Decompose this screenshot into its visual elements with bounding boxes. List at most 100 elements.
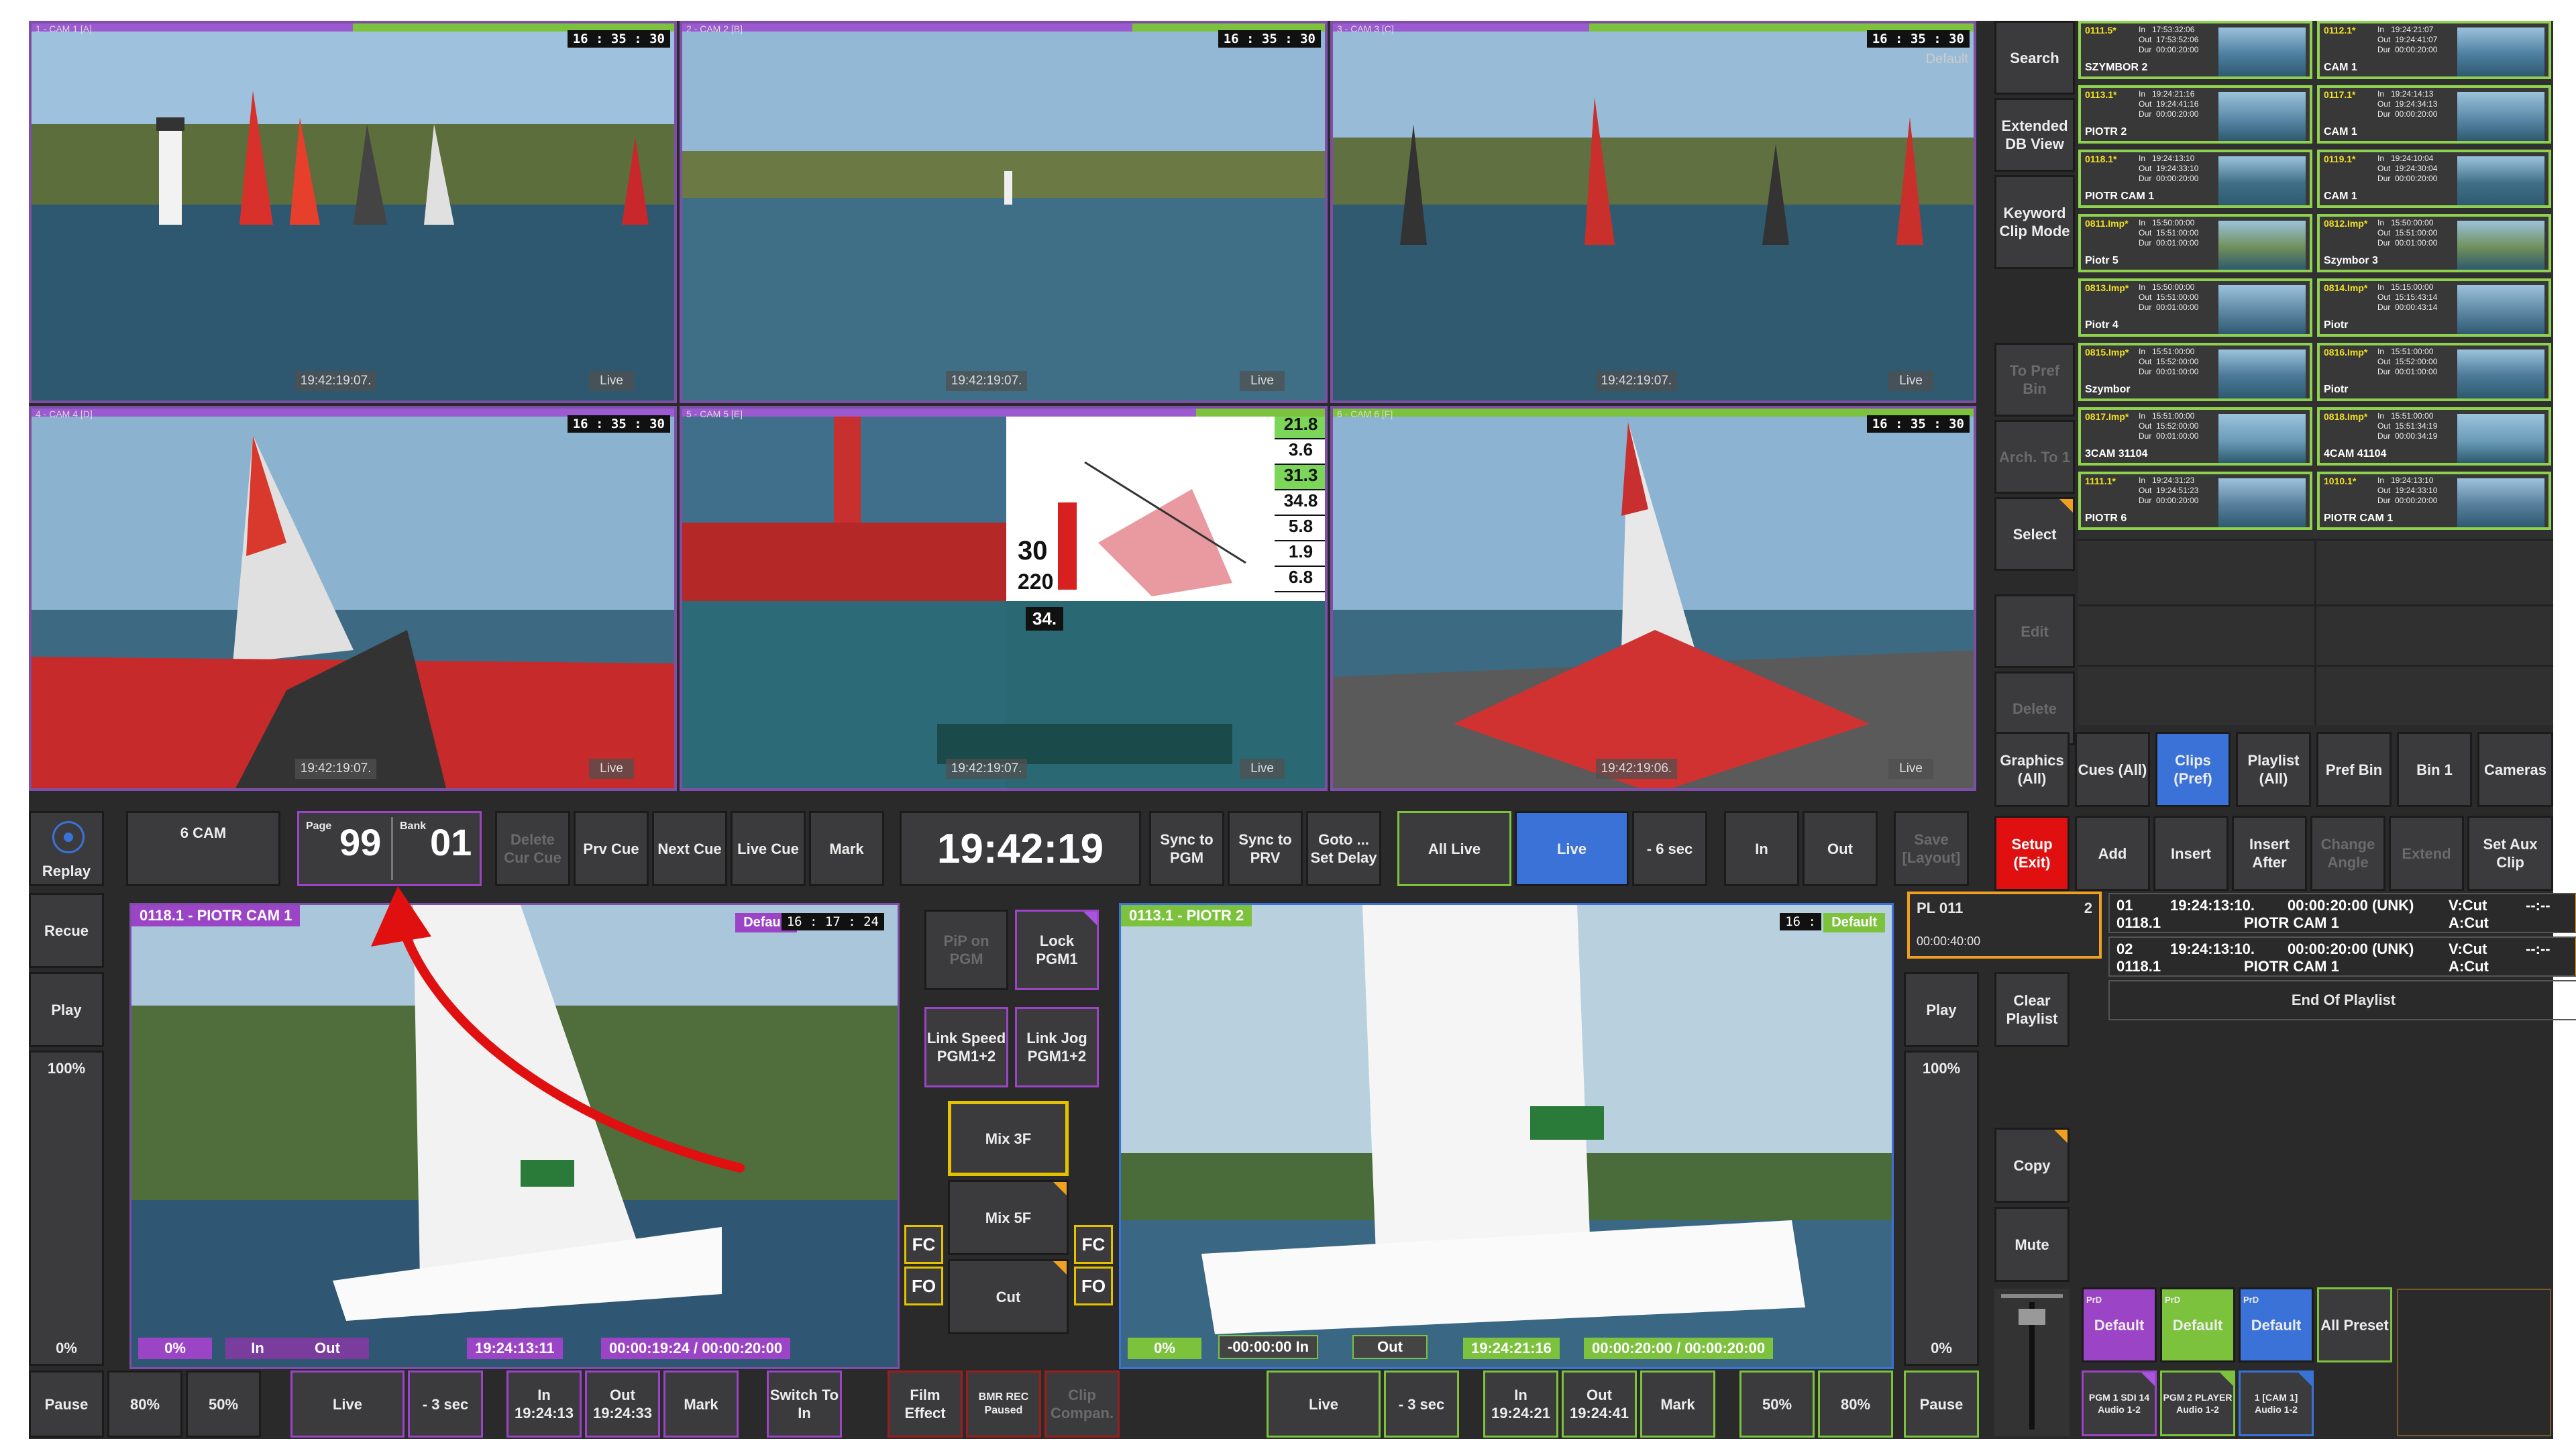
tab-clips[interactable]: Clips (Pref) [2155, 732, 2231, 807]
pgm1-out[interactable]: Out [286, 1338, 369, 1359]
camera-view-3[interactable]: 3 - CAM 3 [C] 16 : 35 : 30 Default 19:42… [1330, 21, 1976, 403]
set-aux-clip-button[interactable]: Set Aux Clip [2467, 816, 2553, 891]
mix-5f-button[interactable]: Mix 5F [948, 1180, 1069, 1255]
clip-card[interactable]: 0113.1* In 19:24:21:16 Out 19:24:41:16 Du… [2078, 85, 2312, 144]
clip-card[interactable]: 0818.Imp* In 15:51:00:00 Out 15:51:34:19 … [2317, 407, 2551, 466]
minus-3-sec-button-1[interactable]: - 3 sec [408, 1371, 483, 1438]
preset-default-2[interactable]: PrD Default [2160, 1287, 2235, 1362]
fo-button-left[interactable]: FO [904, 1267, 943, 1305]
tab-cues[interactable]: Cues (All) [2075, 732, 2150, 807]
fc-button-right[interactable]: FC [1074, 1225, 1113, 1264]
playlist-row[interactable]: 01 0118.1 19:24:13:10. 00:00:20:00 (UNK)… [2108, 893, 2576, 933]
out-point-button-2[interactable]: Out 19:24:41 [1562, 1371, 1637, 1438]
clip-compan-button[interactable]: Clip Compan. [1044, 1371, 1120, 1438]
minus-3-sec-button-2[interactable]: - 3 sec [1384, 1371, 1459, 1438]
play-button-1[interactable]: Play [29, 972, 104, 1047]
fc-button-left[interactable]: FC [904, 1225, 943, 1264]
link-speed-button[interactable]: Link Speed PGM1+2 [924, 1007, 1008, 1087]
clip-card[interactable]: 0119.1* In 19:24:10:04 Out 19:24:30:04 Du… [2317, 150, 2551, 208]
film-effect-button[interactable]: Film Effect [888, 1371, 963, 1438]
camera-view-4[interactable]: 4 - CAM 4 [D] 16 : 35 : 30 19:42:19:07. … [29, 406, 677, 791]
tab-graphics[interactable]: Graphics (All) [1994, 732, 2070, 807]
tab-bin-1[interactable]: Bin 1 [2397, 732, 2472, 807]
clip-card[interactable]: 0111.5* In 17:53:32:06 Out 17:53:52:06 Du… [2078, 21, 2312, 79]
pause-button-1[interactable]: Pause [29, 1371, 104, 1438]
clip-card[interactable]: 1010.1* In 19:24:13:10 Out 19:24:33:10 Du… [2317, 472, 2551, 530]
out-point-button-1[interactable]: Out 19:24:33 [585, 1371, 660, 1438]
setup-exit-button[interactable]: Setup (Exit) [1994, 816, 2070, 891]
link-jog-button[interactable]: Link Jog PGM1+2 [1015, 1007, 1099, 1087]
output-cam1[interactable]: 1 [CAM 1] Audio 1-2 [2239, 1371, 2314, 1436]
speed-50-button-1[interactable]: 50% [186, 1371, 261, 1438]
pgm1-in[interactable]: In [225, 1338, 290, 1359]
out-button[interactable]: Out [1803, 811, 1878, 886]
edit-button[interactable]: Edit [1994, 594, 2075, 668]
all-preset-button[interactable]: All Preset [2317, 1287, 2392, 1362]
replay-button[interactable]: Replay [29, 811, 104, 886]
fo-button-right[interactable]: FO [1074, 1267, 1113, 1305]
insert-button[interactable]: Insert [2153, 816, 2229, 891]
pgm2-out[interactable]: Out [1352, 1335, 1428, 1359]
mark-button-2[interactable]: Mark [1640, 1371, 1715, 1438]
camera-view-6[interactable]: 6 - CAM 6 [F] 16 : 35 : 30 19:42:19:06. … [1330, 406, 1976, 791]
select-button[interactable]: Select [1994, 497, 2075, 571]
clip-card[interactable]: 0811.Imp* In 15:50:00:00 Out 15:51:00:00 … [2078, 214, 2312, 272]
clip-card[interactable]: 0117.1* In 19:24:14:13 Out 19:24:34:13 Du… [2317, 85, 2551, 144]
pip-on-pgm-button[interactable]: PiP on PGM [924, 910, 1008, 990]
clip-card[interactable]: 0814.Imp* In 15:15:00:00 Out 15:15:43:14 … [2317, 278, 2551, 337]
preset-default-1[interactable]: PrD Default [2082, 1287, 2157, 1362]
live-button-pgm1[interactable]: Live [290, 1371, 405, 1438]
cut-button[interactable]: Cut [948, 1259, 1069, 1334]
camera-view-2[interactable]: 2 - CAM 2 [B] 16 : 35 : 30 19:42:19:07. … [680, 21, 1328, 403]
mix-3f-button[interactable]: Mix 3F [948, 1101, 1069, 1176]
in-button[interactable]: In [1724, 811, 1799, 886]
insert-after-button[interactable]: Insert After [2232, 816, 2307, 891]
clip-card[interactable]: 1111.1* In 19:24:31:23 Out 19:24:51:23 Du… [2078, 472, 2312, 530]
pause-button-2[interactable]: Pause [1904, 1371, 1979, 1438]
sync-to-prv-button[interactable]: Sync to PRV [1228, 811, 1303, 886]
live-button[interactable]: Live [1515, 811, 1629, 886]
bmr-rec-button[interactable]: BMR REC Paused [966, 1371, 1041, 1438]
live-button-pgm2[interactable]: Live [1267, 1371, 1381, 1438]
clip-card[interactable]: 0816.Imp* In 15:51:00:00 Out 15:52:00:00 … [2317, 343, 2551, 401]
extended-db-view-button[interactable]: Extended DB View [1994, 98, 2075, 172]
switch-to-in-button[interactable]: Switch To In [767, 1371, 842, 1438]
mute-button[interactable]: Mute [1994, 1207, 2070, 1282]
layout-6cam-button[interactable]: 6 CAM [126, 811, 280, 886]
pgm2-player[interactable]: 0113.1 - PIOTR 2 16 : Default 0% -00:00:… [1119, 903, 1894, 1369]
to-pref-bin-button[interactable]: To Pref Bin [1994, 343, 2075, 417]
preset-default-3[interactable]: PrD Default [2239, 1287, 2314, 1362]
clip-card[interactable]: 0815.Imp* In 15:51:00:00 Out 15:52:00:00 … [2078, 343, 2312, 401]
clip-card[interactable]: 0817.Imp* In 15:51:00:00 Out 15:52:00:00 … [2078, 407, 2312, 466]
tab-playlist[interactable]: Playlist (All) [2236, 732, 2311, 807]
recue-button[interactable]: Recue [29, 893, 104, 968]
lock-pgm1-button[interactable]: Lock PGM1 [1015, 910, 1099, 990]
clear-playlist-button[interactable]: Clear Playlist [1994, 972, 2070, 1047]
in-point-button-2[interactable]: In 19:24:21 [1483, 1371, 1558, 1438]
goto-set-delay-button[interactable]: Goto ... Set Delay [1306, 811, 1381, 886]
tab-pref-bin[interactable]: Pref Bin [2316, 732, 2392, 807]
clip-card[interactable]: 0112.1* In 19:24:21:07 Out 19:24:41:07 Du… [2317, 21, 2551, 79]
extend-button[interactable]: Extend [2389, 816, 2464, 891]
playlist-row[interactable]: 02 0118.1 19:24:13:10. 00:00:20:00 (UNK)… [2108, 936, 2576, 977]
audio-fader[interactable] [1994, 1289, 2070, 1436]
all-live-button[interactable]: All Live [1397, 811, 1511, 886]
tab-cameras[interactable]: Cameras [2477, 732, 2553, 807]
search-button[interactable]: Search [1994, 21, 2075, 95]
arch-to-1-button[interactable]: Arch. To 1 [1994, 420, 2075, 494]
in-point-button-1[interactable]: In 19:24:13 [506, 1371, 582, 1438]
camera-view-5[interactable]: 21.8 3.6 31.3 34.8 5.8 1.9 6.8 30 220 34. 5 - … [680, 406, 1328, 791]
speed-fader-1[interactable]: 100% 0% [29, 1051, 104, 1366]
output-pgm2[interactable]: PGM 2 PLAYER Audio 1-2 [2160, 1371, 2235, 1436]
speed-50-button-2[interactable]: 50% [1739, 1371, 1815, 1438]
pgm2-in[interactable]: -00:00:00 In [1218, 1335, 1319, 1359]
keyword-clip-mode-button[interactable]: Keyword Clip Mode [1994, 175, 2075, 269]
clip-card[interactable]: 0118.1* In 19:24:13:10 Out 19:24:33:10 Du… [2078, 150, 2312, 208]
playlist-header[interactable]: PL 011 2 00:00:40:00 [1907, 892, 2102, 959]
mark-cue-button[interactable]: Mark [809, 811, 884, 886]
save-layout-button[interactable]: Save [Layout] [1894, 811, 1969, 886]
copy-button[interactable]: Copy [1994, 1128, 2070, 1203]
minus-6-sec-button[interactable]: - 6 sec [1632, 811, 1707, 886]
sync-to-pgm-button[interactable]: Sync to PGM [1149, 811, 1224, 886]
change-angle-button[interactable]: Change Angle [2310, 816, 2385, 891]
